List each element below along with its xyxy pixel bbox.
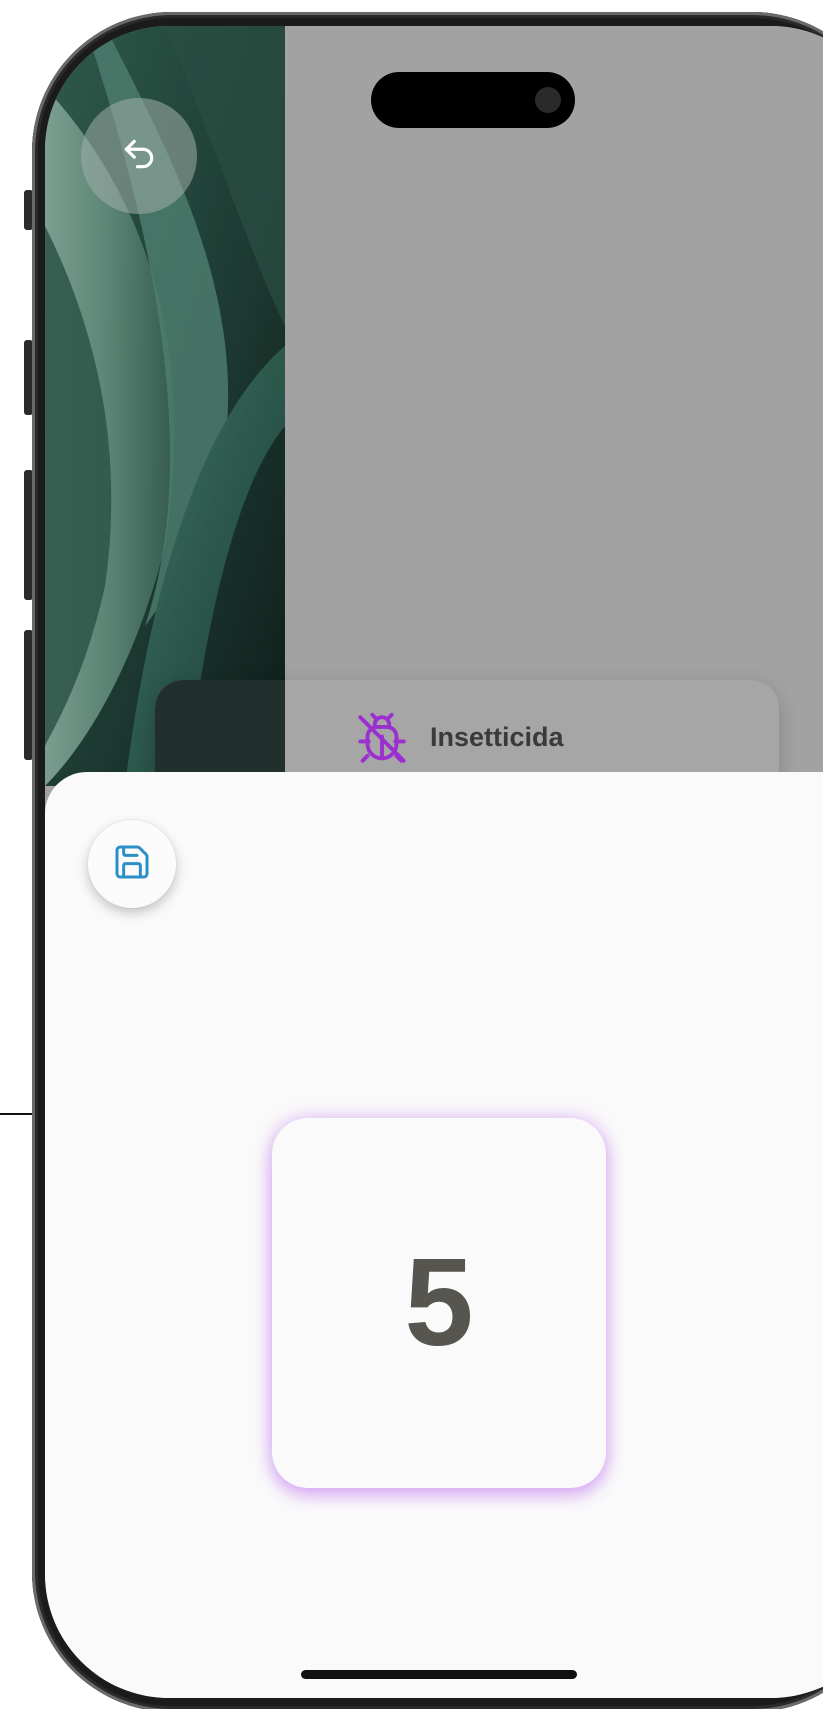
save-button[interactable] [88, 820, 176, 908]
bug-icon [353, 710, 411, 768]
value-picker-card[interactable]: 5 [272, 1118, 606, 1488]
bottom-sheet: 5 [45, 772, 823, 1698]
home-indicator[interactable] [301, 1670, 577, 1679]
dimmed-overlay [285, 26, 823, 786]
back-button[interactable] [81, 98, 197, 214]
selected-value: 5 [404, 1234, 474, 1372]
screenshot-stage: Insetticida 5 [0, 0, 823, 1709]
dynamic-island [371, 72, 575, 128]
undo-arrow-icon [120, 135, 158, 178]
phone-screen: Insetticida 5 [45, 26, 823, 1698]
floppy-disk-icon [112, 842, 152, 887]
treatment-card-label: Insetticida [430, 722, 564, 752]
front-camera [535, 87, 561, 113]
